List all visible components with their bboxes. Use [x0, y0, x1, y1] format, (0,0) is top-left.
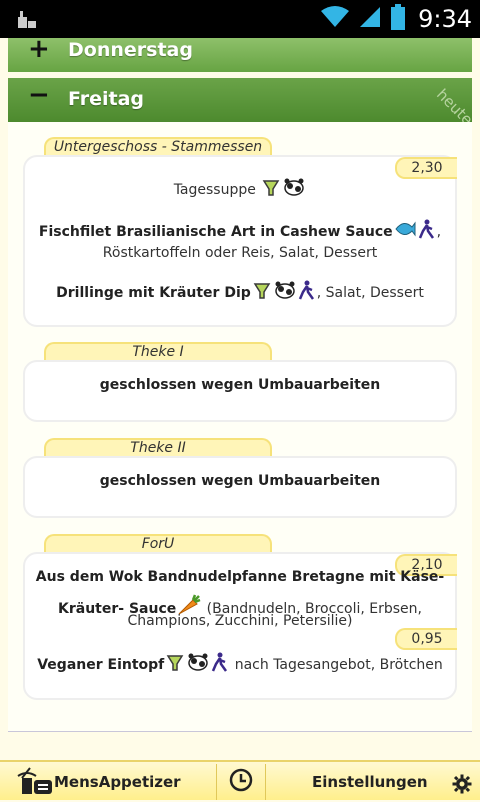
meal-item: geschlossen wegen Umbauarbeiten	[99, 377, 381, 393]
day-header-donnerstag[interactable]: + Donnerstag	[8, 38, 472, 72]
meal-item: Aus dem Wok Bandnudelpfanne Bretagne mit…	[35, 569, 445, 585]
section-tab-foru: ForU	[44, 534, 272, 554]
fish-icon	[394, 219, 416, 244]
app-logo-icon	[8, 766, 52, 802]
history-button[interactable]	[217, 762, 265, 802]
cow-icon	[274, 280, 296, 305]
app-home-button[interactable]: MensAppetizer	[0, 762, 216, 802]
gear-icon	[452, 774, 472, 798]
menu-content[interactable]: + Donnerstag − Freitag heute Untergescho…	[0, 38, 480, 760]
settings-label: Einstellungen	[312, 773, 428, 791]
clock-icon	[228, 767, 254, 797]
section-card-theke-1: geschlossen wegen Umbauarbeiten	[23, 360, 457, 422]
meal-item: geschlossen wegen Umbauarbeiten	[99, 473, 381, 489]
meal-item: Drillinge mit Kräuter Dip, Salat, Desser…	[25, 280, 455, 305]
expand-icon: +	[28, 38, 50, 64]
person-icon	[418, 219, 436, 244]
person-icon	[298, 280, 316, 305]
day-label: Donnerstag	[68, 39, 193, 61]
meal-item: Fischfilet Brasilianische Art in Cashew …	[25, 219, 455, 262]
section-card-foru: 2,10 Aus dem Wok Bandnudelpfanne Bretagn…	[23, 552, 457, 700]
wifi-icon	[320, 5, 350, 33]
person-icon	[211, 652, 229, 677]
app-label: MensAppetizer	[54, 773, 181, 791]
battery-icon	[390, 4, 406, 34]
veggie-icon	[261, 177, 281, 202]
cow-icon	[283, 177, 305, 202]
veggie-icon	[252, 280, 272, 305]
notification-icon	[16, 8, 38, 30]
bottom-action-bar: MensAppetizer Einstellungen	[0, 760, 480, 800]
section-tab-theke-1: Theke I	[44, 342, 272, 362]
settings-button[interactable]: Einstellungen	[266, 762, 480, 802]
meal-item: Tagessuppe	[25, 177, 455, 202]
day-header-freitag[interactable]: − Freitag heute	[8, 78, 476, 129]
section-tab-stammessen: Untergeschoss - Stammessen	[44, 137, 272, 157]
signal-icon	[358, 5, 382, 33]
status-bar: 9:34	[0, 0, 480, 38]
meal-item-line: Champions, Zucchini, Petersilie)	[127, 613, 353, 629]
meal-item: Veganer Eintopf nach Tagesangebot, Brötc…	[25, 652, 455, 677]
day-label: Freitag	[68, 88, 145, 110]
cow-icon	[187, 652, 209, 677]
section-card-stammessen: 2,30 Tagessuppe Fischfilet Brasilianisch…	[23, 155, 457, 327]
collapse-icon: −	[28, 80, 50, 110]
day-panel-freitag: Untergeschoss - Stammessen 2,30 Tagessup…	[8, 122, 472, 732]
section-card-theke-2: geschlossen wegen Umbauarbeiten	[23, 456, 457, 518]
price-badge: 2,30	[395, 157, 457, 179]
veggie-icon	[165, 652, 185, 677]
status-time: 9:34	[418, 5, 472, 33]
price-badge: 0,95	[395, 628, 457, 650]
section-tab-theke-2: Theke II	[44, 438, 272, 458]
